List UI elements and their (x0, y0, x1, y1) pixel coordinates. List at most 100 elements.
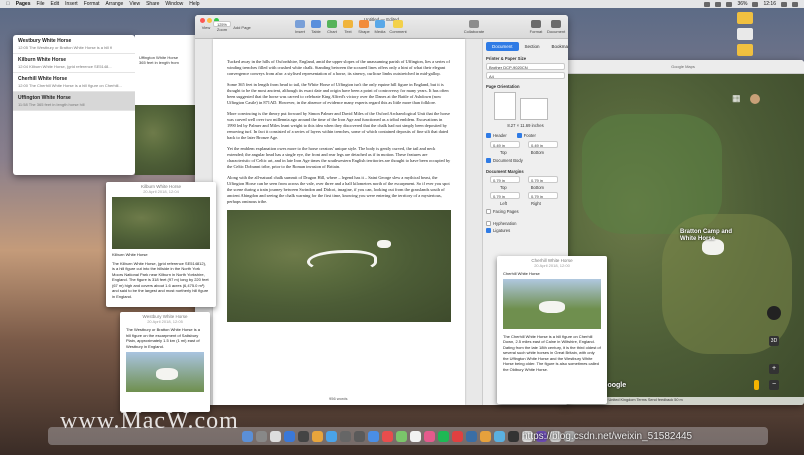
note-editor[interactable]: Uffington White Horse 365 feet in length… (135, 35, 195, 175)
doc-body-checkbox[interactable] (486, 158, 491, 164)
menu-insert[interactable]: Insert (65, 1, 78, 7)
list-item[interactable]: Cherhill White Horse 12:00 The Cherhill … (13, 73, 135, 92)
status-icon[interactable] (715, 1, 722, 7)
app-icon[interactable] (381, 430, 393, 442)
apps-grid-icon[interactable]: ▦ (732, 94, 741, 103)
app-store-icon[interactable] (367, 430, 379, 442)
tab-section[interactable]: Section (519, 42, 546, 51)
desktop-folder-icon[interactable] (737, 12, 753, 24)
printer-select[interactable]: Brother DCP-9020CN (486, 63, 565, 70)
document-page[interactable]: Tucked away in the hills of Oxfordshire,… (213, 39, 465, 405)
menu-format[interactable]: Format (84, 1, 100, 7)
menu-arrange[interactable]: Arrange (106, 1, 124, 7)
paper-size-select[interactable]: A4 (486, 72, 565, 79)
safari-icon[interactable] (325, 430, 337, 442)
margin-bottom-field[interactable]: 0.79 in (528, 176, 558, 183)
finder-icon[interactable] (241, 430, 253, 442)
app-icon[interactable] (297, 430, 309, 442)
table-button[interactable]: Table (309, 20, 323, 34)
cherhill-note-popup[interactable]: Cherhill White Horse 20 April 2018, 12:0… (497, 256, 607, 404)
document-button[interactable]: Document (547, 20, 565, 34)
map-place-label[interactable]: Bratton Camp and White Horse (680, 229, 740, 243)
body-paragraph[interactable]: Tucked away in the hills of Oxfordshire,… (227, 59, 451, 77)
margin-right-field[interactable]: 0.79 in (528, 192, 558, 199)
document-canvas[interactable]: Tucked away in the hills of Oxfordshire,… (195, 39, 482, 405)
body-paragraph[interactable]: Some 365 feet in length from head to tai… (227, 82, 451, 106)
note-editor-text[interactable]: Uffington White Horse 365 feet in length… (135, 35, 195, 65)
kilburn-note-popup[interactable]: Kilburn White Horse 20 April 2018, 12:04… (106, 182, 216, 307)
app-icon[interactable] (507, 430, 519, 442)
margin-top-field[interactable]: 0.79 in (490, 176, 520, 183)
chart-button[interactable]: Chart (325, 20, 339, 34)
menu-view[interactable]: View (129, 1, 140, 7)
tilt-3d-button[interactable]: 3D (769, 336, 779, 346)
music-icon[interactable] (423, 430, 435, 442)
apple-icon[interactable]:  (6, 1, 10, 7)
body-paragraph[interactable]: Yet the emblem explanation owes more to … (227, 146, 451, 170)
list-item[interactable]: Kilburn White Horse 12:04 Kilburn White … (13, 54, 135, 73)
landscape-option[interactable] (520, 98, 548, 120)
menu-share[interactable]: Share (146, 1, 159, 7)
app-icon[interactable] (339, 430, 351, 442)
list-item[interactable]: Uffington White Horse 11:58 The 365 feet… (13, 92, 135, 111)
app-icon[interactable] (283, 430, 295, 442)
system-prefs-icon[interactable] (269, 430, 281, 442)
portrait-option[interactable] (494, 92, 516, 120)
battery-icon[interactable] (752, 1, 759, 7)
zoom-in-button[interactable]: + (769, 364, 779, 374)
desktop-file-icon[interactable] (737, 28, 753, 40)
collaborate-button[interactable]: Collaborate (463, 20, 485, 34)
wifi-icon[interactable] (726, 1, 733, 7)
westbury-note-popup[interactable]: Westbury White Horse 20 April 2018, 12:0… (120, 312, 210, 412)
spotify-icon[interactable] (437, 430, 449, 442)
ligatures-checkbox[interactable] (486, 228, 491, 234)
clock[interactable]: 12:16 (763, 1, 776, 7)
media-button[interactable]: Media (373, 20, 387, 34)
compass-icon[interactable] (767, 306, 781, 320)
menu-app-name[interactable]: Pages (16, 1, 31, 7)
desktop-folder-icon[interactable] (737, 44, 753, 56)
pegman-icon[interactable] (754, 380, 759, 390)
footer-field[interactable]: 0.49 in (528, 141, 558, 148)
aerial-photo[interactable] (227, 210, 451, 322)
facing-pages-checkbox[interactable] (486, 209, 491, 215)
insert-button[interactable]: Insert (293, 20, 307, 34)
menu-window[interactable]: Window (165, 1, 183, 7)
zoom-out-button[interactable]: − (769, 380, 779, 390)
status-icon[interactable] (704, 1, 711, 7)
battery-percent[interactable]: 36% (737, 1, 747, 7)
text-button[interactable]: Text (341, 20, 355, 34)
menu-edit[interactable]: Edit (51, 1, 60, 7)
format-button[interactable]: Format (529, 20, 543, 34)
body-paragraph[interactable]: More convincing is the theory put forwar… (227, 111, 451, 141)
footer-checkbox[interactable] (516, 133, 522, 139)
body-paragraph[interactable]: Along with the all-natural chalk summit … (227, 175, 451, 205)
add-page-button[interactable]: Add Page (233, 25, 251, 30)
shape-button[interactable]: Shape (357, 20, 371, 34)
avatar[interactable] (750, 94, 760, 104)
header-checkbox[interactable] (486, 133, 491, 139)
search-icon[interactable] (781, 1, 787, 7)
header-field[interactable]: 0.49 in (490, 141, 520, 148)
chrome-icon[interactable] (409, 430, 421, 442)
view-button[interactable]: View (199, 25, 213, 30)
margin-left-field[interactable]: 0.79 in (490, 192, 520, 199)
menu-bar:  Pages File Edit Insert Format Arrange … (0, 0, 804, 8)
word-count[interactable]: 956 words (325, 395, 352, 402)
list-item[interactable]: Westbury White Horse 12:05 The Westbury … (13, 35, 135, 54)
menu-help[interactable]: Help (189, 1, 199, 7)
comment-button[interactable]: Comment (389, 20, 407, 34)
app-icon[interactable] (479, 430, 491, 442)
menu-file[interactable]: File (36, 1, 44, 7)
hyphenation-checkbox[interactable] (486, 221, 491, 227)
app-icon[interactable] (353, 430, 365, 442)
app-icon[interactable] (493, 430, 505, 442)
launchpad-icon[interactable] (255, 430, 267, 442)
app-icon[interactable] (311, 430, 323, 442)
app-icon[interactable] (451, 430, 463, 442)
menu-list-icon[interactable] (792, 1, 798, 7)
app-icon[interactable] (465, 430, 477, 442)
tab-document[interactable]: Document (486, 42, 519, 51)
tab-bookmarks[interactable]: Bookmarks (546, 42, 568, 51)
app-icon[interactable] (395, 430, 407, 442)
